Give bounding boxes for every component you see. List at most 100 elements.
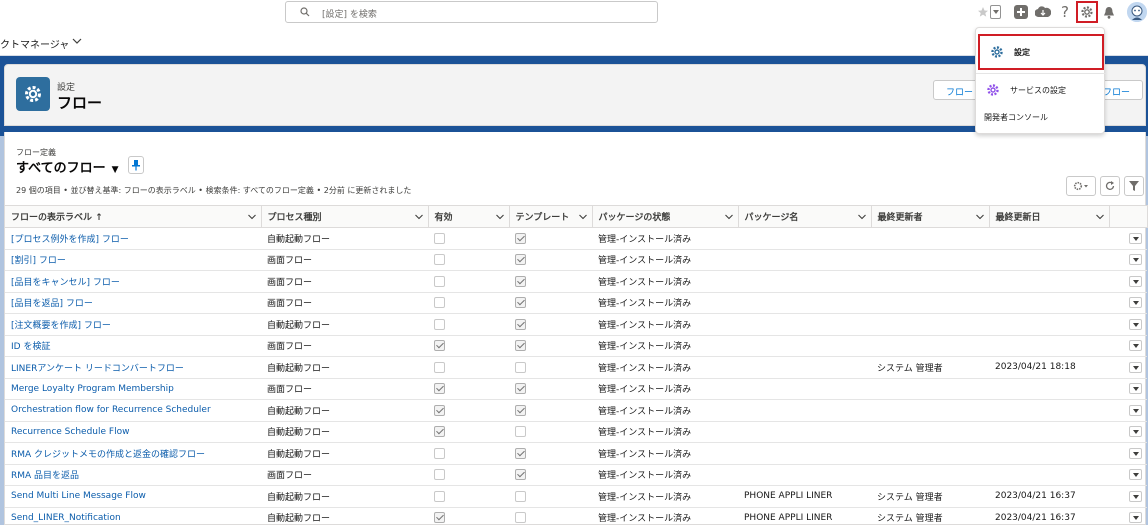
col-header-template[interactable]: テンプレート bbox=[509, 205, 593, 228]
row-action-menu[interactable] bbox=[1109, 442, 1147, 465]
favorites-star-icon[interactable] bbox=[975, 4, 991, 20]
global-search[interactable]: [設定] を検索 bbox=[285, 1, 658, 23]
row-action-menu[interactable] bbox=[1109, 378, 1147, 400]
user-avatar[interactable] bbox=[1127, 2, 1147, 22]
list-view-selector[interactable]: すべてのフロー ▼ bbox=[16, 157, 119, 176]
last-modified-date-cell bbox=[989, 227, 1109, 250]
menu-item-service-setup[interactable]: サービスの設定 bbox=[976, 78, 1106, 102]
notifications-bell-icon[interactable] bbox=[1101, 4, 1117, 20]
last-modified-date-cell: 2023/04/21 16:37 bbox=[989, 485, 1109, 508]
row-dropdown-icon[interactable] bbox=[1128, 383, 1142, 395]
col-header-package-name[interactable]: パッケージ名 bbox=[738, 205, 872, 228]
col-header-last-modified-date[interactable]: 最終更新日 bbox=[989, 205, 1110, 228]
row-action-menu[interactable] bbox=[1109, 399, 1147, 422]
row-dropdown-icon[interactable] bbox=[1128, 512, 1142, 524]
flow-label-link[interactable]: [品目を返品] フロー bbox=[5, 292, 261, 314]
row-action-menu[interactable] bbox=[1109, 249, 1147, 271]
col-header-package-status[interactable]: パッケージの状態 bbox=[592, 205, 739, 228]
flow-label-link[interactable]: [品目をキャンセル] フロー bbox=[5, 270, 261, 293]
flow-label-link[interactable]: Send_LINER_Notification bbox=[5, 507, 261, 525]
active-checkbox bbox=[428, 227, 509, 250]
menu-item-developer-console[interactable]: 開発者コンソール bbox=[976, 105, 1106, 129]
flow-label-link[interactable]: RMA クレジットメモの作成と返金の確認フロー bbox=[5, 442, 261, 465]
row-action-menu[interactable] bbox=[1109, 227, 1147, 250]
pin-icon bbox=[132, 159, 140, 170]
row-action-menu[interactable] bbox=[1109, 313, 1147, 336]
chevron-down-icon[interactable] bbox=[72, 37, 82, 45]
favorites-dropdown-icon[interactable] bbox=[990, 5, 1001, 19]
chevron-down-icon[interactable] bbox=[578, 213, 587, 221]
checkbox bbox=[515, 275, 526, 287]
flow-label-link[interactable]: [注文概要を作成] フロー bbox=[5, 313, 261, 336]
pin-list-button[interactable] bbox=[128, 156, 144, 174]
row-action-menu[interactable] bbox=[1109, 507, 1147, 525]
row-dropdown-icon[interactable] bbox=[1128, 469, 1142, 481]
last-modified-by-cell bbox=[871, 421, 989, 443]
flow-label-link[interactable]: ID を検証 bbox=[5, 335, 261, 357]
row-action-menu[interactable] bbox=[1109, 485, 1147, 508]
row-action-menu[interactable] bbox=[1109, 335, 1147, 357]
col-header-label[interactable]: フローの表示ラベル ↑ bbox=[5, 205, 262, 228]
row-dropdown-icon[interactable] bbox=[1128, 297, 1142, 309]
row-dropdown-icon[interactable] bbox=[1128, 254, 1142, 266]
row-action-menu[interactable] bbox=[1109, 356, 1147, 379]
col-header-last-modified-by[interactable]: 最終更新者 bbox=[871, 205, 990, 228]
template-checkbox bbox=[509, 464, 592, 486]
table-row: [割引] フロー 画面フロー 管理-インストール済み bbox=[5, 249, 1147, 271]
last-modified-date-cell bbox=[989, 270, 1109, 293]
chevron-down-icon[interactable] bbox=[414, 213, 423, 221]
flow-label-link[interactable]: [プロセス例外を作成] フロー bbox=[5, 227, 261, 250]
row-dropdown-icon[interactable] bbox=[1128, 275, 1142, 287]
flow-label-link[interactable]: [割引] フロー bbox=[5, 249, 261, 271]
flow-label-link[interactable]: Recurrence Schedule Flow bbox=[5, 421, 261, 443]
last-modified-by-cell bbox=[871, 464, 989, 486]
package-name-cell: PHONE APPLI LINER bbox=[738, 485, 871, 508]
global-actions-add-icon[interactable] bbox=[1013, 4, 1029, 20]
chevron-down-icon[interactable] bbox=[1095, 213, 1104, 221]
chevron-down-icon[interactable] bbox=[724, 213, 733, 221]
package-status-cell: 管理-インストール済み bbox=[592, 292, 738, 314]
package-status-cell: 管理-インストール済み bbox=[592, 335, 738, 357]
chevron-down-icon[interactable] bbox=[857, 213, 866, 221]
row-dropdown-icon[interactable] bbox=[1128, 318, 1142, 330]
flow-label-link[interactable]: Merge Loyalty Program Membership bbox=[5, 378, 261, 400]
row-dropdown-icon[interactable] bbox=[1128, 361, 1142, 373]
search-icon bbox=[300, 7, 310, 17]
flow-label-link[interactable]: RMA 品目を返品 bbox=[5, 464, 261, 486]
list-settings-button[interactable] bbox=[1066, 176, 1096, 196]
col-header-process-type[interactable]: プロセス種別 bbox=[261, 205, 429, 228]
row-dropdown-icon[interactable] bbox=[1128, 490, 1142, 502]
filter-button[interactable] bbox=[1124, 176, 1144, 196]
row-action-menu[interactable] bbox=[1109, 421, 1147, 443]
trailhead-cloud-icon[interactable] bbox=[1035, 4, 1051, 20]
setup-gear-highlight bbox=[1076, 1, 1098, 23]
chevron-down-icon[interactable] bbox=[247, 213, 256, 221]
row-dropdown-icon[interactable] bbox=[1128, 447, 1142, 459]
flow-label-link[interactable]: Orchestration flow for Recurrence Schedu… bbox=[5, 399, 261, 422]
row-action-menu[interactable] bbox=[1109, 292, 1147, 314]
app-name[interactable]: クトマネージャ bbox=[0, 36, 69, 51]
flow-label-link[interactable]: LINERアンケート リードコンバートフロー bbox=[5, 356, 261, 379]
col-header-active[interactable]: 有効 bbox=[428, 205, 510, 228]
checkbox bbox=[434, 275, 445, 287]
list-view-panel: フロー定義 すべてのフロー ▼ 29 個の項目 • 並び替え基準: フローの表示ラ… bbox=[4, 132, 1148, 525]
flow-label-link[interactable]: Send Multi Line Message Flow bbox=[5, 485, 261, 508]
chevron-down-icon[interactable] bbox=[495, 213, 504, 221]
row-action-menu[interactable] bbox=[1109, 270, 1147, 293]
process-type-cell: 画面フロー bbox=[261, 464, 428, 486]
package-status-cell: 管理-インストール済み bbox=[592, 378, 738, 400]
last-modified-by-cell: システム 管理者 bbox=[871, 507, 989, 525]
refresh-button[interactable] bbox=[1100, 176, 1120, 196]
caret-down-icon[interactable]: ▼ bbox=[112, 165, 119, 175]
checkbox bbox=[434, 232, 445, 244]
row-action-menu[interactable] bbox=[1109, 464, 1147, 486]
row-dropdown-icon[interactable] bbox=[1128, 340, 1142, 352]
row-dropdown-icon[interactable] bbox=[1128, 232, 1142, 244]
row-dropdown-icon[interactable] bbox=[1128, 426, 1142, 438]
row-dropdown-icon[interactable] bbox=[1128, 404, 1142, 416]
last-modified-date-cell bbox=[989, 464, 1109, 486]
menu-item-setup[interactable]: 設定 bbox=[978, 34, 1104, 70]
list-view-title: すべてのフロー bbox=[16, 161, 106, 176]
help-icon[interactable]: ? bbox=[1057, 3, 1073, 21]
chevron-down-icon[interactable] bbox=[975, 213, 984, 221]
